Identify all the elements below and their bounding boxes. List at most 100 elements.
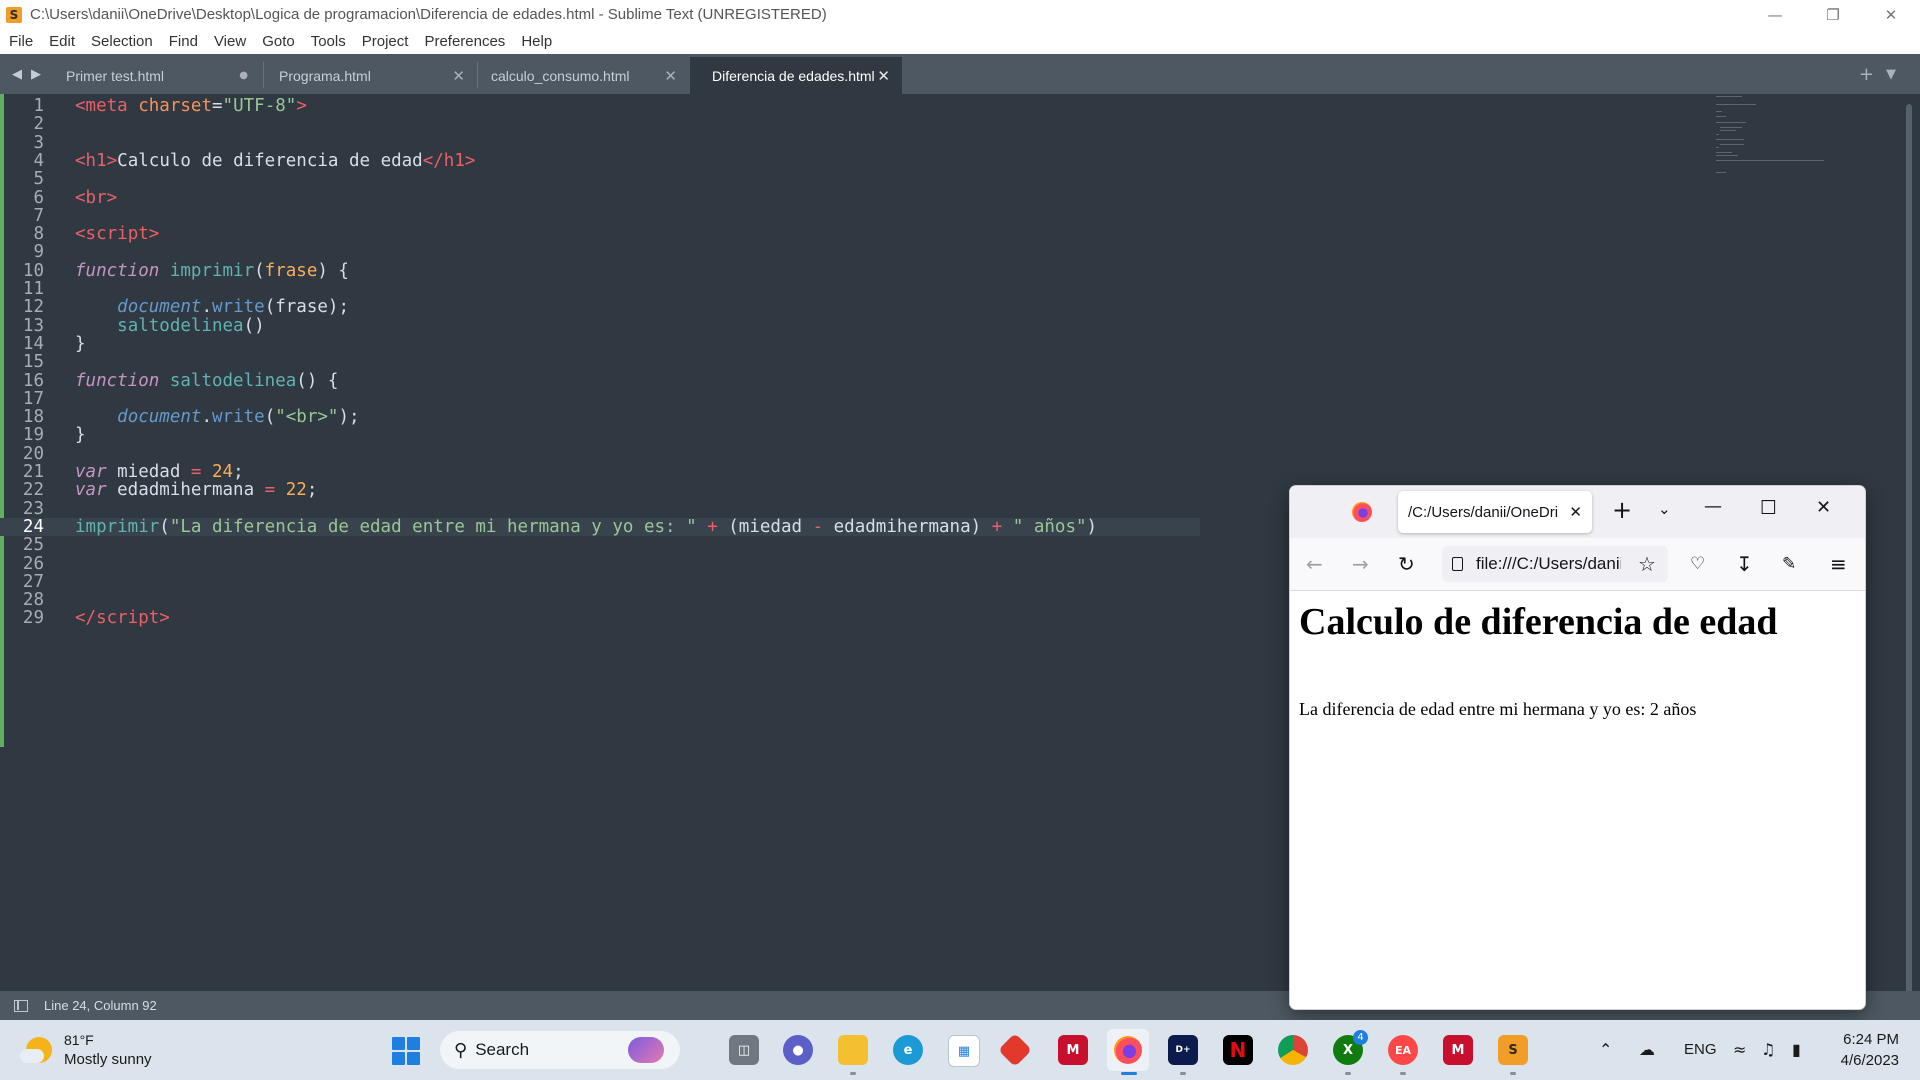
tab-calculo-consumo[interactable]: calculo_consumo.html ✕ <box>469 57 689 94</box>
code-line[interactable]: 28 <box>0 591 1200 610</box>
code-line[interactable]: 20 <box>0 444 1200 463</box>
code-line[interactable]: 15 <box>0 353 1200 372</box>
menu-help[interactable]: Help <box>513 29 560 54</box>
weather-sun-icon[interactable] <box>20 1037 52 1063</box>
firefox-new-tab-icon[interactable]: + <box>1612 496 1632 524</box>
tab-close-icon[interactable]: ✕ <box>664 67 677 85</box>
code-line[interactable]: 4 <h1>Calculo de diferencia de edad</h1> <box>0 152 1200 171</box>
code-line[interactable]: 16 function saltodelinea() { <box>0 371 1200 390</box>
back-arrow-icon[interactable]: ← <box>1306 552 1323 576</box>
task-view-icon[interactable]: ◫ <box>729 1035 759 1065</box>
taskbar-search[interactable]: ⚲ Search <box>440 1031 680 1069</box>
code-line[interactable]: 9 <box>0 243 1200 262</box>
weather-description[interactable]: Mostly sunny <box>64 1051 152 1068</box>
code-line[interactable]: 5 <box>0 170 1200 189</box>
code-line[interactable]: 3 <box>0 133 1200 152</box>
menu-edit[interactable]: Edit <box>41 29 83 54</box>
menu-project[interactable]: Project <box>354 29 417 54</box>
tab-diferencia-de-edades[interactable]: Diferencia de edades.html ✕ <box>690 57 902 94</box>
modified-dot-icon[interactable]: ● <box>239 70 248 81</box>
code-line[interactable]: 27 <box>0 572 1200 591</box>
code-line[interactable]: 26 <box>0 554 1200 573</box>
code-line[interactable]: 22 var edadmihermana = 22; <box>0 481 1200 500</box>
code-line[interactable]: 24 imprimir("La diferencia de edad entre … <box>0 518 1200 536</box>
language-indicator[interactable]: ENG <box>1684 1041 1717 1058</box>
tray-chevron-up-icon[interactable]: ⌃ <box>1599 1040 1612 1059</box>
extensions-puzzle-icon[interactable]: ✎ <box>1782 554 1796 574</box>
vertical-scrollbar[interactable] <box>1906 104 1912 994</box>
tab-primer-test[interactable]: Primer test.html ● <box>44 57 262 94</box>
menu-goto[interactable]: Goto <box>254 29 303 54</box>
onedrive-cloud-icon[interactable]: ☁ <box>1639 1040 1655 1059</box>
tab-programa[interactable]: Programa.html ✕ <box>257 57 477 94</box>
netflix-icon[interactable]: N <box>1223 1035 1253 1065</box>
disney-plus-icon[interactable]: D+ <box>1168 1035 1198 1065</box>
volume-icon[interactable]: ♫ <box>1761 1040 1775 1059</box>
battery-icon[interactable]: ▮ <box>1792 1040 1801 1059</box>
firefox-close-icon[interactable]: ✕ <box>1816 497 1831 518</box>
tab-left-arrow-icon[interactable]: ◀ <box>12 66 22 82</box>
teams-chat-icon[interactable]: ● <box>783 1035 813 1065</box>
windows-start-icon[interactable] <box>392 1037 420 1065</box>
file-explorer-icon[interactable] <box>838 1035 868 1065</box>
menu-preferences[interactable]: Preferences <box>416 29 513 54</box>
tab-list-chevron-icon[interactable]: ▼ <box>1886 67 1896 82</box>
minimize-button[interactable]: — <box>1746 0 1804 29</box>
mcafee-icon[interactable]: M <box>1058 1035 1088 1065</box>
code-line[interactable]: 21 var miedad = 24; <box>0 463 1200 482</box>
tab-close-icon[interactable]: ✕ <box>452 67 465 85</box>
restore-button[interactable]: ❐ <box>1804 0 1862 29</box>
menu-view[interactable]: View <box>206 29 254 54</box>
side-panel-toggle-icon[interactable] <box>14 999 28 1012</box>
code-line[interactable]: 17 <box>0 389 1200 408</box>
forward-arrow-icon[interactable]: → <box>1352 552 1369 576</box>
pocket-icon[interactable]: ♡ <box>1690 554 1705 574</box>
clock-time[interactable]: 6:24 PM <box>1835 1031 1899 1048</box>
reload-icon[interactable]: ↻ <box>1398 552 1415 576</box>
code-line[interactable]: 29 </script> <box>0 609 1200 628</box>
firefox-tab[interactable]: /C:/Users/danii/OneDrive/Desktop/Logica … <box>1398 491 1592 533</box>
code-line[interactable]: 18 document.write("<br>"); <box>0 408 1200 427</box>
mcafee-security-icon[interactable]: M <box>1443 1035 1473 1065</box>
code-line[interactable]: 14} <box>0 335 1200 354</box>
tab-right-arrow-icon[interactable]: ▶ <box>31 66 41 82</box>
menu-find[interactable]: Find <box>161 29 206 54</box>
code-line[interactable]: 25 <box>0 536 1200 555</box>
ea-app-icon[interactable]: EA <box>1388 1035 1418 1065</box>
code-line[interactable]: 7 <box>0 206 1200 225</box>
anydesk-icon[interactable] <box>998 1033 1032 1067</box>
menu-file[interactable]: File <box>0 29 41 54</box>
firefox-maximize-icon[interactable]: ☐ <box>1760 497 1777 519</box>
minimap[interactable] <box>1716 94 1841 174</box>
weather-temperature[interactable]: 81°F <box>64 1032 94 1048</box>
firefox-minimize-icon[interactable]: — <box>1704 496 1722 517</box>
code-line[interactable]: 19} <box>0 426 1200 445</box>
new-tab-plus-icon[interactable]: + <box>1859 64 1874 85</box>
clock-date[interactable]: 4/6/2023 <box>1835 1052 1899 1069</box>
microsoft-store-icon[interactable]: ▦ <box>948 1035 980 1067</box>
code-line[interactable]: 12 document.write(frase); <box>0 298 1200 317</box>
wifi-icon[interactable]: ≈ <box>1733 1040 1746 1059</box>
close-button[interactable]: ✕ <box>1862 0 1920 29</box>
code-line[interactable]: 23 <box>0 499 1200 518</box>
hamburger-menu-icon[interactable]: ≡ <box>1830 552 1847 576</box>
code-line[interactable]: 10 function imprimir(frase) { <box>0 261 1200 280</box>
chrome-icon[interactable] <box>1278 1035 1308 1065</box>
code-line[interactable]: 11 <box>0 280 1200 299</box>
downloads-icon[interactable]: ↧ <box>1736 552 1753 576</box>
code-line[interactable]: 6 <br> <box>0 188 1200 207</box>
code-line[interactable]: 2 <box>0 115 1200 134</box>
code-line[interactable]: 13 saltodelinea() <box>0 316 1200 335</box>
tab-close-icon[interactable]: ✕ <box>877 67 890 85</box>
sublime-taskbar-icon[interactable]: S <box>1498 1035 1528 1065</box>
bookmark-star-icon[interactable]: ☆ <box>1638 552 1656 576</box>
code-line[interactable]: 8 <script> <box>0 225 1200 244</box>
url-bar[interactable]: file:///C:/Users/danii/OneDrive/Desktop/… <box>1442 546 1668 582</box>
firefox-taskbar-button[interactable] <box>1107 1029 1149 1071</box>
firefox-tab-list-chevron-icon[interactable]: ⌄ <box>1658 500 1671 518</box>
edge-icon[interactable]: e <box>893 1035 923 1065</box>
firefox-tab-close-icon[interactable]: ✕ <box>1569 503 1582 521</box>
menu-selection[interactable]: Selection <box>83 29 161 54</box>
code-line[interactable]: 1 <meta charset="UTF-8"> <box>0 97 1200 116</box>
menu-tools[interactable]: Tools <box>303 29 354 54</box>
